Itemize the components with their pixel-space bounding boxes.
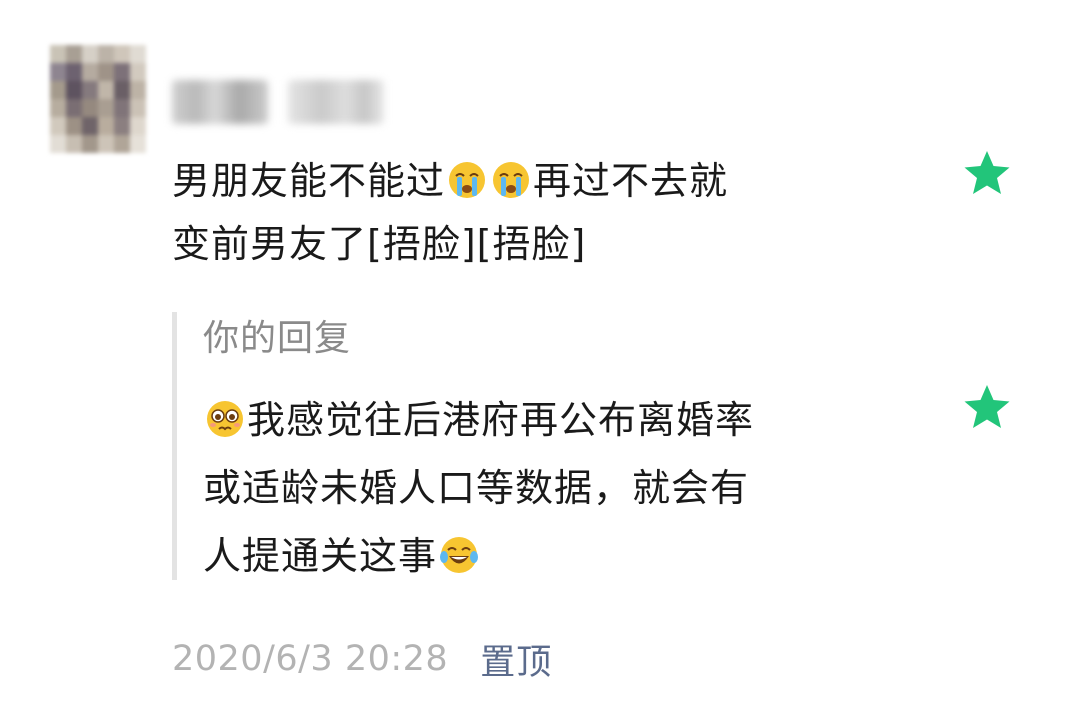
tears-of-joy-emoji-icon (440, 537, 479, 573)
reply-text: 我感觉往后港府再公布离婚率 或适龄未婚人口等数据，就会有 人提通关这事 (203, 386, 903, 590)
comment-text-part2: 再过不去就 (533, 159, 729, 203)
pin-button[interactable]: 置顶 (480, 634, 552, 685)
author-tag-obscured (288, 80, 384, 124)
reply-text-line1: 我感觉往后港府再公布离婚率 (247, 398, 755, 442)
reply-quote-block: 你的回复 我感觉往后港府再公布离婚率 或适龄未婚人口等数据，就会有 人提通关这事 (172, 312, 917, 580)
comment-text: 男朋友能不能过 再过不去就 变前男友了[捂脸][捂脸] (172, 150, 892, 276)
crying-emoji-icon (449, 162, 486, 198)
pleading-emoji-icon (207, 401, 243, 437)
timestamp: 2020/6/3 20:28 (172, 639, 449, 679)
avatar[interactable] (50, 45, 146, 153)
comment-text-line2: 变前男友了[捂脸][捂脸] (172, 222, 587, 266)
comment-card: 男朋友能不能过 再过不去就 变前男友了[捂脸][捂脸] 你的回复 我感觉往后港府… (0, 0, 1066, 726)
star-icon[interactable] (962, 148, 1012, 198)
star-icon[interactable] (962, 382, 1012, 432)
comment-meta: 2020/6/3 20:28 置顶 (172, 632, 552, 686)
crying-emoji-icon (493, 162, 530, 198)
reply-text-line2: 或适龄未婚人口等数据，就会有 (203, 466, 750, 510)
comment-text-part1: 男朋友能不能过 (172, 159, 446, 203)
author-name-obscured[interactable] (172, 80, 268, 124)
reply-text-line3: 人提通关这事 (203, 534, 438, 578)
reply-label: 你的回复 (203, 318, 352, 359)
